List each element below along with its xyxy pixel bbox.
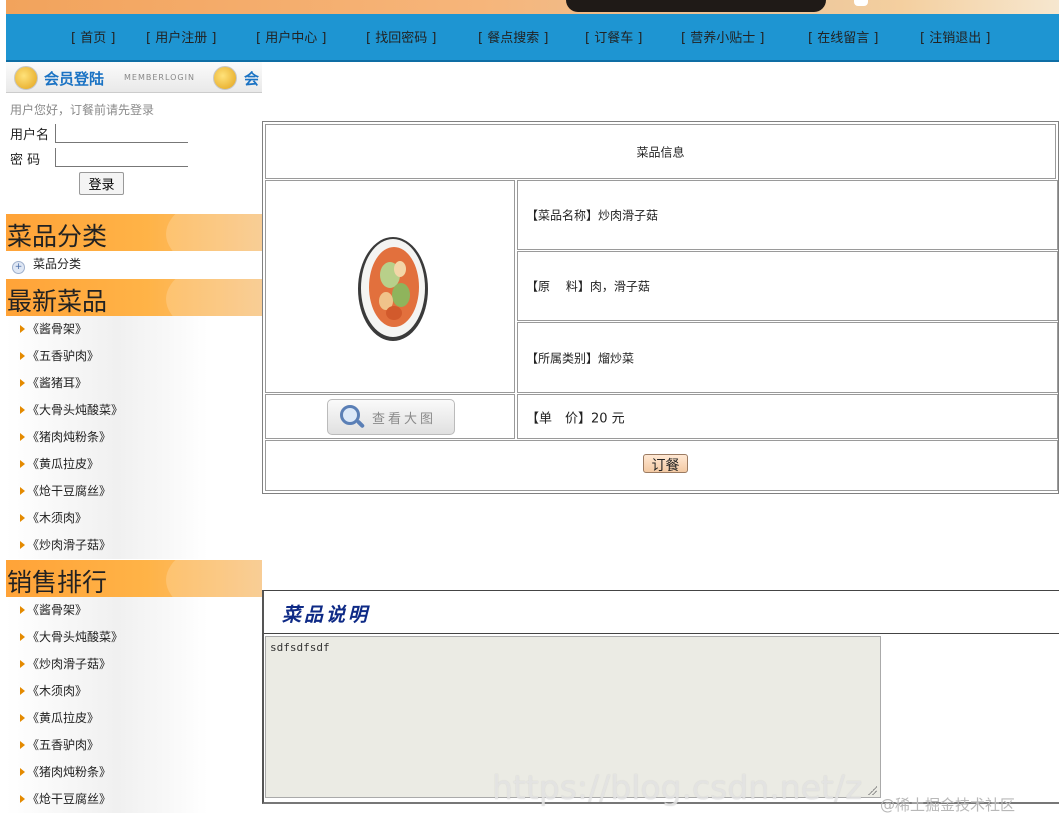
password-label: 密 码: [10, 153, 41, 168]
bullet-arrow-icon: [20, 325, 25, 333]
member-logo-icon: [213, 66, 237, 90]
bullet-arrow-icon: [20, 406, 25, 414]
header-decoration: [166, 279, 262, 316]
nav-item-home[interactable]: 首页: [71, 27, 115, 46]
zoom-cell: 查看大图: [265, 394, 515, 439]
password-input[interactable]: [55, 148, 188, 167]
bullet-arrow-icon: [20, 633, 25, 641]
sales-ranking-list: 《酱骨架》 《大骨头炖酸菜》 《炒肉滑子菇》 《木须肉》 《黄瓜拉皮》 《五香驴…: [6, 597, 208, 813]
dish-info-header: 菜品信息: [636, 145, 685, 159]
bullet-arrow-icon: [20, 514, 25, 522]
latest-dish-item[interactable]: 《炒肉滑子菇》: [6, 532, 208, 559]
dish-category: 【所属类别】熘炒菜: [526, 351, 635, 365]
member-logo-icon: [14, 66, 38, 90]
ranking-header-title: 销售排行: [7, 568, 108, 597]
nav-item-cart[interactable]: 订餐车: [585, 27, 642, 46]
latest-header: 最新菜品: [6, 279, 262, 316]
bullet-arrow-icon: [20, 487, 25, 495]
dish-info-header-cell: 菜品信息: [265, 124, 1056, 179]
latest-dish-item[interactable]: 《猪肉炖粉条》: [6, 424, 208, 451]
bullet-arrow-icon: [20, 687, 25, 695]
order-button[interactable]: 订餐: [643, 454, 688, 474]
dish-category-cell: 【所属类别】熘炒菜: [517, 322, 1058, 393]
dish-price: 【单 价】20 元: [526, 411, 625, 426]
bullet-arrow-icon: [20, 768, 25, 776]
dish-name-cell: 【菜品名称】炒肉滑子菇: [517, 180, 1058, 250]
latest-dish-item[interactable]: 《五香驴肉》: [6, 343, 208, 370]
view-large-image-button[interactable]: 查看大图: [327, 399, 455, 435]
nav-item-meal-search[interactable]: 餐点搜索: [478, 27, 548, 46]
banner-dish-shadow: [566, 0, 826, 12]
login-tip: 用户您好，订餐前请先登录: [10, 103, 155, 117]
top-banner-image: [6, 0, 1059, 14]
category-item[interactable]: + 菜品分类: [12, 255, 81, 274]
bullet-arrow-icon: [20, 741, 25, 749]
dish-image-cell: [265, 180, 515, 393]
expand-plus-icon[interactable]: +: [12, 261, 25, 274]
juejin-watermark: @稀土掘金技术社区: [880, 796, 1016, 814]
ranking-item[interactable]: 《炝干豆腐丝》: [6, 786, 208, 813]
header-decoration: [166, 560, 262, 597]
dish-name: 【菜品名称】炒肉滑子菇: [526, 208, 659, 223]
bullet-arrow-icon: [20, 379, 25, 387]
member-login-title-repeat: 会: [244, 70, 260, 88]
textarea-resize-handle[interactable]: [867, 785, 877, 795]
latest-dish-list: 《酱骨架》 《五香驴肉》 《酱猪耳》 《大骨头炖酸菜》 《猪肉炖粉条》 《黄瓜拉…: [6, 316, 208, 559]
latest-dish-item[interactable]: 《酱猪耳》: [6, 370, 208, 397]
csdn-watermark: https://blog.csdn.net/z: [492, 768, 863, 807]
dish-photo[interactable]: [356, 233, 430, 343]
dish-price-cell: 【单 价】20 元: [517, 394, 1058, 439]
ranking-item[interactable]: 《木须肉》: [6, 678, 208, 705]
ranking-item[interactable]: 《酱骨架》: [6, 597, 208, 624]
ranking-item[interactable]: 《炒肉滑子菇》: [6, 651, 208, 678]
ranking-item[interactable]: 《黄瓜拉皮》: [6, 705, 208, 732]
nav-item-user-center[interactable]: 用户中心: [256, 27, 326, 46]
description-title: 菜品说明: [282, 604, 371, 626]
latest-dish-item[interactable]: 《木须肉》: [6, 505, 208, 532]
bullet-arrow-icon: [20, 606, 25, 614]
ranking-item[interactable]: 《五香驴肉》: [6, 732, 208, 759]
magnifier-handle: [355, 419, 366, 429]
description-divider: [264, 633, 1059, 634]
latest-dish-item[interactable]: 《黄瓜拉皮》: [6, 451, 208, 478]
bullet-arrow-icon: [20, 795, 25, 803]
login-button[interactable]: 登录: [79, 172, 124, 195]
dish-ingredients: 【原 料】肉，滑子菇: [526, 279, 650, 294]
ranking-item[interactable]: 《大骨头炖酸菜》: [6, 624, 208, 651]
latest-dish-item[interactable]: 《大骨头炖酸菜》: [6, 397, 208, 424]
bullet-arrow-icon: [20, 714, 25, 722]
nav-item-recover-password[interactable]: 找回密码: [366, 27, 436, 46]
bullet-arrow-icon: [20, 433, 25, 441]
header-decoration: [166, 214, 262, 251]
username-input[interactable]: [55, 124, 188, 143]
nav-item-message[interactable]: 在线留言: [808, 27, 878, 46]
ranking-item[interactable]: 《猪肉炖粉条》: [6, 759, 208, 786]
member-login-title: 会员登陆: [44, 70, 105, 88]
nav-item-logout[interactable]: 注销退出: [920, 27, 990, 46]
nav-item-nutrition-tips[interactable]: 营养小贴士: [681, 27, 764, 46]
nav-item-register[interactable]: 用户注册: [146, 27, 216, 46]
view-large-image-label: 查看大图: [372, 412, 437, 427]
bullet-arrow-icon: [20, 460, 25, 468]
category-item-label: 菜品分类: [33, 257, 82, 271]
latest-dish-item[interactable]: 《炝干豆腐丝》: [6, 478, 208, 505]
main-nav: 首页 用户注册 用户中心 找回密码 餐点搜索 订餐车 营养小贴士 在线留言 注销…: [6, 14, 1059, 62]
bullet-arrow-icon: [20, 541, 25, 549]
latest-dish-item[interactable]: 《酱骨架》: [6, 316, 208, 343]
ranking-header: 销售排行: [6, 560, 262, 597]
bullet-arrow-icon: [20, 352, 25, 360]
category-header-title: 菜品分类: [7, 222, 108, 251]
member-login-header: 会员登陆 MEMBERLOGIN 会: [6, 62, 262, 93]
dish-ingredients-cell: 【原 料】肉，滑子菇: [517, 251, 1058, 321]
member-login-subtitle: MEMBERLOGIN: [124, 73, 195, 82]
username-label: 用户名: [10, 128, 50, 143]
banner-decoration: [854, 0, 868, 6]
category-header: 菜品分类: [6, 214, 262, 251]
latest-header-title: 最新菜品: [7, 287, 108, 316]
order-cell: 订餐: [265, 440, 1058, 491]
bullet-arrow-icon: [20, 660, 25, 668]
dish-info-table: 菜品信息 【菜品名称】炒肉滑子菇 【原 料】肉，滑子菇 【所属类别】熘炒菜 查看…: [262, 121, 1059, 494]
